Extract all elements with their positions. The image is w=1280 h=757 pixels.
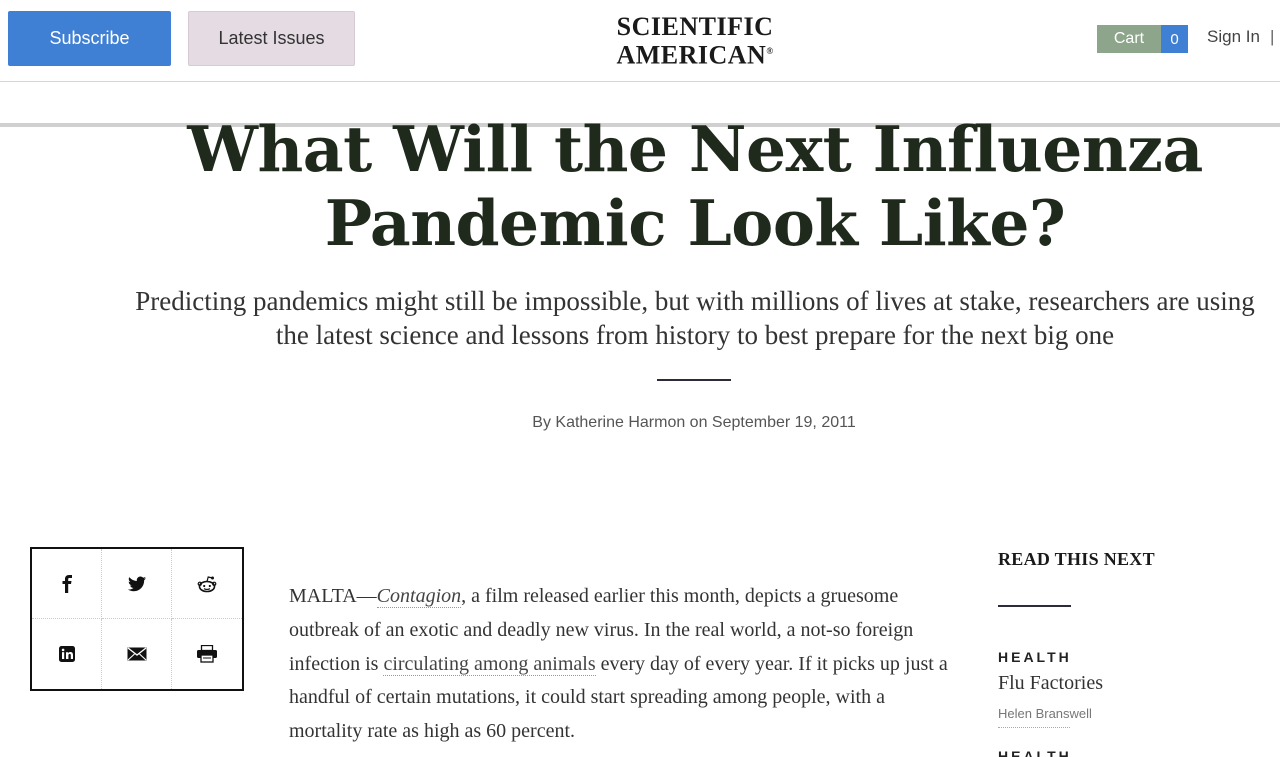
read-this-next-heading: READ THIS NEXT (998, 549, 1155, 569)
circulating-among-animals-link[interactable]: circulating among animals (383, 652, 596, 676)
read-next-divider (998, 605, 1071, 607)
logo-line-1: SCIENTIFIC (616, 12, 774, 41)
headline-line-1: What Will the Next Influenza (187, 112, 1203, 186)
cart-count-badge: 0 (1161, 25, 1188, 53)
logo-registered-mark: ® (766, 46, 774, 56)
email-icon (127, 647, 146, 661)
contagion-link-text: Contagion (376, 585, 462, 607)
author-link[interactable]: Katherine Harmon (555, 414, 685, 431)
site-logo[interactable]: SCIENTIFIC AMERICAN® (600, 12, 790, 70)
share-panel (30, 547, 244, 691)
headline-divider (657, 379, 731, 381)
twitter-icon (127, 576, 146, 591)
print-icon (197, 645, 217, 663)
sign-in-link[interactable]: Sign In (1207, 27, 1260, 47)
share-facebook-button[interactable] (32, 549, 102, 619)
article-headline: What Will the Next Influenza Pandemic Lo… (180, 112, 1210, 260)
share-linkedin-button[interactable] (32, 619, 102, 689)
subscribe-button[interactable]: Subscribe (8, 11, 171, 66)
sidebar-category-label[interactable]: HEALTH (998, 748, 1072, 757)
sidebar-article-author: Helen Branswell (998, 706, 1092, 728)
body-text-segment: MALTA— (289, 585, 377, 607)
cart-button[interactable]: Cart 0 (1097, 25, 1188, 53)
sidebar-article-title[interactable]: Flu Factories (998, 672, 1103, 695)
site-header: Subscribe Latest Issues SCIENTIFIC AMERI… (0, 0, 1280, 82)
contagion-link[interactable]: Contagion (376, 585, 462, 608)
headline-line-2: Pandemic Look Like? (324, 186, 1066, 260)
share-reddit-button[interactable] (172, 549, 242, 619)
logo-line-2: AMERICAN (616, 40, 767, 70)
article-body-paragraph: MALTA—Contagion, a film released earlier… (289, 580, 949, 749)
byline-prefix: By (532, 414, 556, 431)
byline: By Katherine Harmon on September 19, 201… (0, 414, 1280, 432)
facebook-icon (62, 574, 72, 593)
cart-label: Cart (1097, 25, 1161, 53)
reddit-icon (197, 575, 217, 592)
byline-on: on (685, 414, 712, 431)
sidebar-category-label[interactable]: HEALTH (998, 649, 1072, 665)
article-dek: Predicting pandemics might still be impo… (135, 286, 1255, 350)
publish-date: September 19, 2011 (711, 414, 856, 431)
latest-issues-button[interactable]: Latest Issues (188, 11, 355, 66)
header-separator: | (1270, 27, 1275, 46)
share-print-button[interactable] (172, 619, 242, 689)
share-twitter-button[interactable] (102, 549, 172, 619)
share-email-button[interactable] (102, 619, 172, 689)
linkedin-icon (58, 646, 75, 662)
